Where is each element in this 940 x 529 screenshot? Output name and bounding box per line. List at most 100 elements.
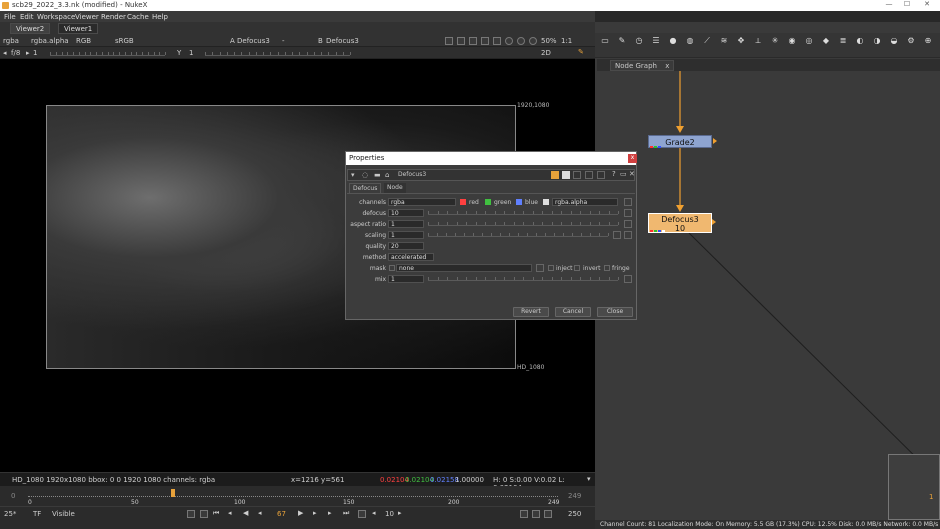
gain-slider[interactable]	[50, 50, 166, 56]
status-dropdown-icon[interactable]: ▾	[587, 475, 591, 483]
pause-icon[interactable]	[517, 37, 525, 45]
timeline-out-field[interactable]: 249	[568, 492, 581, 500]
time-nodes-icon[interactable]: ◷	[634, 36, 644, 46]
guides-icon[interactable]	[493, 37, 501, 45]
red-checkbox[interactable]	[460, 199, 466, 205]
node-name-field[interactable]: Defocus3	[398, 171, 426, 178]
fstop-value[interactable]: f/8	[11, 49, 20, 57]
menu-file[interactable]: File	[4, 13, 16, 21]
scaling-anim-icon[interactable]	[624, 231, 632, 239]
inject-checkbox[interactable]	[548, 265, 554, 271]
node-color-icon[interactable]: ▬	[374, 171, 381, 179]
mask-channel-icon[interactable]	[536, 264, 544, 272]
timeline-in-field[interactable]: 0	[11, 492, 15, 500]
display-channel-select[interactable]: RGB	[76, 37, 91, 45]
float-panel-icon[interactable]: ⌂	[385, 171, 389, 179]
tab-defocus[interactable]: Defocus	[349, 183, 382, 193]
menu-help[interactable]: Help	[152, 13, 168, 21]
undo-icon[interactable]	[551, 171, 559, 179]
gain-arrow-icon[interactable]: ▸	[26, 49, 30, 57]
proxy-select[interactable]: 1:1	[561, 37, 572, 45]
view-mode-select[interactable]: 2D	[541, 49, 551, 57]
paint-icon[interactable]: ✎	[578, 48, 584, 56]
current-frame-field[interactable]: 67	[277, 510, 286, 518]
3d-nodes-icon[interactable]: ⟂	[753, 36, 763, 46]
properties-titlebar[interactable]: Properties	[346, 152, 636, 165]
roi-icon[interactable]	[445, 37, 453, 45]
cancel-button[interactable]: Cancel	[555, 307, 591, 317]
mask-checkbox[interactable]	[389, 265, 395, 271]
tab-node[interactable]: Node	[384, 183, 406, 193]
skip-back-button[interactable]: ◂	[372, 509, 376, 517]
input-b-select[interactable]: Defocus3	[326, 37, 359, 45]
wipe-icon[interactable]	[481, 37, 489, 45]
node-graph-minimap[interactable]: 1	[888, 454, 940, 520]
fps-select[interactable]: 25*	[4, 510, 16, 518]
ocula-nodes-icon[interactable]: ◑	[872, 36, 882, 46]
draw-nodes-icon[interactable]: ✎	[617, 36, 627, 46]
gain-value[interactable]: 1	[33, 49, 37, 57]
prev-keyframe-button[interactable]: ◂	[228, 509, 232, 517]
increment-field[interactable]: 10	[385, 510, 394, 518]
globe-nodes-icon[interactable]: ⊕	[923, 36, 933, 46]
play-forward-button[interactable]: ▶	[298, 509, 303, 517]
settings-nodes-icon[interactable]: ⚙	[906, 36, 916, 46]
mix-anim-icon[interactable]	[624, 275, 632, 283]
refresh-icon[interactable]	[505, 37, 513, 45]
stop-icon[interactable]	[529, 37, 537, 45]
close-button[interactable]: Close	[597, 307, 633, 317]
channels-select[interactable]: rgba	[388, 198, 456, 206]
compare-icon[interactable]	[585, 171, 593, 179]
mix-field[interactable]: 1	[388, 275, 424, 283]
timeline[interactable]: 0 0 50 100 150 200 249 249	[0, 486, 595, 506]
furnace-nodes-icon[interactable]: ◐	[855, 36, 865, 46]
menu-edit[interactable]: Edit	[20, 13, 34, 21]
maximize-button[interactable]: ☐	[898, 0, 916, 8]
redo-icon[interactable]	[562, 171, 570, 179]
timeline-track[interactable]	[28, 494, 558, 497]
aspect-anim-icon[interactable]	[624, 220, 632, 228]
input-a-select[interactable]: Defocus3	[237, 37, 270, 45]
scaling-field[interactable]: 1	[388, 231, 424, 239]
fringe-checkbox[interactable]	[604, 265, 610, 271]
channel-nodes-icon[interactable]: ☰	[651, 36, 661, 46]
toolsets-icon[interactable]: ◆	[821, 36, 831, 46]
step-back-button[interactable]: ◂	[258, 509, 262, 517]
close-panel-icon[interactable]: ✕	[629, 170, 635, 178]
view-icon[interactable]	[597, 171, 605, 179]
end-frame-field[interactable]: 250	[568, 510, 581, 518]
cara-vr-nodes-icon[interactable]: ◒	[889, 36, 899, 46]
tab-viewer2[interactable]: Viewer2	[10, 23, 51, 34]
minimize-button[interactable]: —	[880, 0, 898, 8]
method-select[interactable]: accelerated	[388, 253, 434, 261]
other-nodes-icon[interactable]: ≣	[838, 36, 848, 46]
loop-mode-icon[interactable]	[520, 510, 528, 518]
defocus-field[interactable]: 10	[388, 209, 424, 217]
channels-link-icon[interactable]	[624, 198, 632, 206]
tab-viewer1[interactable]: Viewer1	[58, 23, 99, 34]
menu-workspace[interactable]: Workspace	[37, 13, 75, 21]
views-nodes-icon[interactable]: ◉	[787, 36, 797, 46]
revert-button[interactable]: Revert	[513, 307, 549, 317]
out-point-icon[interactable]	[358, 510, 366, 518]
defocus-anim-icon[interactable]	[624, 209, 632, 217]
alpha-checkbox[interactable]	[543, 199, 549, 205]
alpha-channel-select[interactable]: rgba.alpha	[552, 198, 618, 206]
revert-icon[interactable]	[573, 171, 581, 179]
channels-select[interactable]: rgba	[3, 37, 19, 45]
aspect-field[interactable]: 1	[388, 220, 424, 228]
scaling-slider[interactable]	[428, 231, 609, 237]
skip-forward-button[interactable]: ▸	[398, 509, 402, 517]
keyer-nodes-icon[interactable]: ⟋	[702, 36, 712, 46]
float-icon[interactable]: ▭	[620, 170, 627, 178]
menu-render[interactable]: Render	[101, 13, 126, 21]
lut-select[interactable]: sRGB	[115, 37, 134, 45]
timeline-playhead[interactable]	[171, 489, 176, 497]
zoom-select[interactable]: 50%	[541, 37, 557, 45]
menu-cache[interactable]: Cache	[127, 13, 149, 21]
menu-viewer[interactable]: Viewer	[75, 13, 99, 21]
transform-nodes-icon[interactable]: ✥	[736, 36, 746, 46]
filter-nodes-icon[interactable]: ◍	[685, 36, 695, 46]
alpha-select[interactable]: rgba.alpha	[31, 37, 69, 45]
invert-checkbox[interactable]	[574, 265, 580, 271]
